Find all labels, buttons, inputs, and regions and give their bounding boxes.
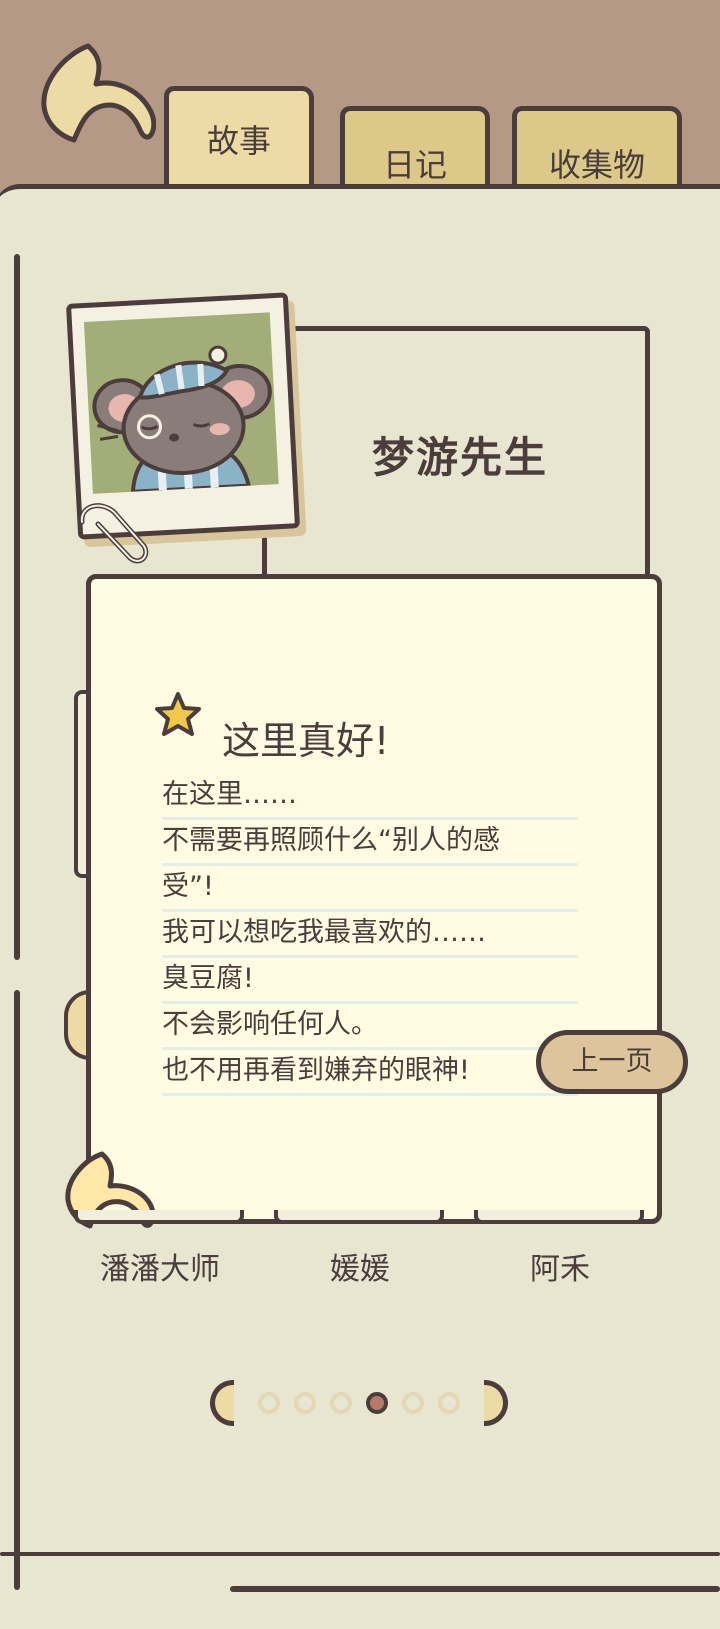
star-icon [155, 692, 201, 736]
note-line: 在这里…… [162, 774, 578, 820]
character-name: 梦游先生 [371, 433, 548, 482]
page-edge [0, 1552, 720, 1556]
tab-story[interactable]: 故事 [164, 86, 314, 190]
paper-clip-icon [79, 503, 149, 564]
page-dot-active[interactable] [366, 1392, 388, 1414]
note-line: 受”! [162, 866, 578, 912]
mouse-character-icon [92, 345, 272, 494]
friend-card-edge[interactable] [474, 1210, 644, 1224]
tab-diary-label: 日记 [382, 146, 447, 184]
character-portrait [83, 312, 279, 494]
tab-collection-label: 收集物 [548, 146, 645, 184]
friend-name[interactable]: 媛媛 [260, 1244, 460, 1288]
note-line: 不需要再照顾什么“别人的感 [162, 820, 578, 866]
note-line: 也不用再看到嫌弃的眼神! [162, 1050, 578, 1096]
friend-card-edge[interactable] [274, 1210, 444, 1224]
back-arrow-icon[interactable] [36, 40, 156, 148]
page-dot[interactable] [258, 1392, 280, 1414]
page-edge [230, 1586, 720, 1592]
tab-diary[interactable]: 日记 [340, 106, 490, 190]
note-line: 不会影响任何人。 [162, 1004, 578, 1050]
page-dot[interactable] [330, 1392, 352, 1414]
prev-page-button[interactable]: 上一页 [536, 1030, 688, 1094]
book-spine-lower [14, 990, 20, 1590]
friend-name[interactable]: 潘潘大师 [60, 1244, 260, 1288]
friend-name[interactable]: 阿禾 [460, 1244, 660, 1288]
tab-story-label: 故事 [206, 122, 271, 160]
note-title: 这里真好! [222, 719, 390, 763]
tab-collection[interactable]: 收集物 [512, 106, 682, 190]
page-dot[interactable] [438, 1392, 460, 1414]
book-spine [14, 254, 20, 960]
note-line: 我可以想吃我最喜欢的…… [162, 912, 578, 958]
page-dot[interactable] [402, 1392, 424, 1414]
friend-card-edge[interactable] [74, 1210, 244, 1224]
page-dot[interactable] [294, 1392, 316, 1414]
note-line: 臭豆腐! [162, 958, 578, 1004]
